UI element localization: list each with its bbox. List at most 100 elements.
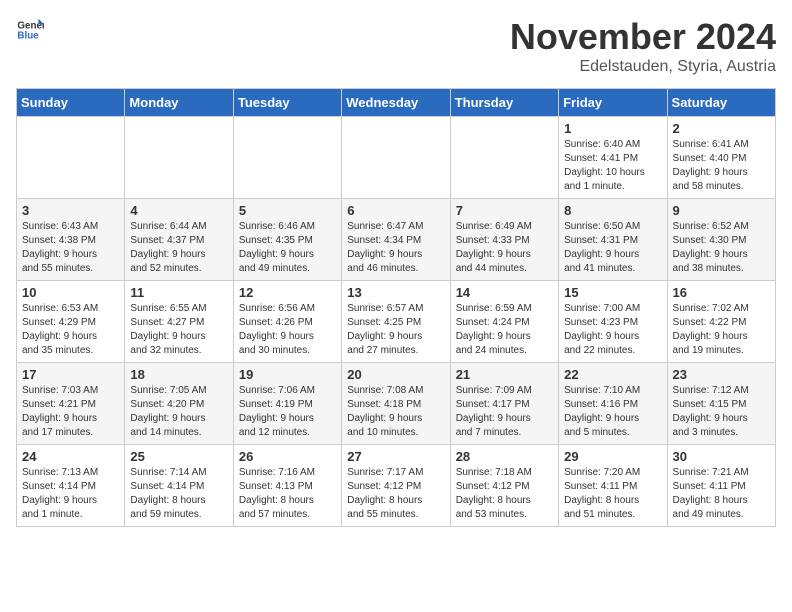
title-area: November 2024 Edelstauden, Styria, Austr… [510, 16, 776, 76]
day-number: 17 [22, 367, 119, 382]
calendar-cell: 7Sunrise: 6:49 AM Sunset: 4:33 PM Daylig… [450, 199, 558, 281]
day-info: Sunrise: 7:08 AM Sunset: 4:18 PM Dayligh… [347, 384, 444, 440]
day-number: 13 [347, 285, 444, 300]
day-info: Sunrise: 7:09 AM Sunset: 4:17 PM Dayligh… [456, 384, 553, 440]
weekday-header: Sunday [17, 89, 125, 117]
day-number: 9 [673, 203, 770, 218]
calendar-cell [233, 117, 341, 199]
day-number: 27 [347, 449, 444, 464]
day-number: 30 [673, 449, 770, 464]
calendar-cell: 10Sunrise: 6:53 AM Sunset: 4:29 PM Dayli… [17, 281, 125, 363]
day-number: 2 [673, 121, 770, 136]
calendar-week-row: 17 Sunrise: 7:03 AM Sunset: 4:21 PM Dayli… [17, 363, 776, 445]
day-number: 12 [239, 285, 336, 300]
day-number: 25 [130, 449, 227, 464]
calendar-cell: 15Sunrise: 7:00 AM Sunset: 4:23 PM Dayli… [559, 281, 667, 363]
day-number: 19 [239, 367, 336, 382]
weekday-header: Friday [559, 89, 667, 117]
day-info: Sunrise: 7:12 AM Sunset: 4:15 PM Dayligh… [673, 384, 770, 440]
day-info: Sunrise: 6:46 AM Sunset: 4:35 PM Dayligh… [239, 220, 336, 276]
calendar-cell: 17 Sunrise: 7:03 AM Sunset: 4:21 PM Dayli… [17, 363, 125, 445]
calendar-cell: 28Sunrise: 7:18 AM Sunset: 4:12 PM Dayli… [450, 445, 558, 527]
logo-icon: General Blue [16, 16, 44, 44]
day-info: Sunrise: 6:40 AM Sunset: 4:41 PM Dayligh… [564, 138, 661, 194]
weekday-header: Thursday [450, 89, 558, 117]
calendar-cell: 14 Sunrise: 6:59 AM Sunset: 4:24 PM Dayli… [450, 281, 558, 363]
svg-text:Blue: Blue [17, 30, 39, 41]
calendar-cell: 12 Sunrise: 6:56 AM Sunset: 4:26 PM Dayli… [233, 281, 341, 363]
day-info: Sunrise: 6:43 AM Sunset: 4:38 PM Dayligh… [22, 220, 119, 276]
weekday-header: Wednesday [342, 89, 450, 117]
calendar-cell: 27 Sunrise: 7:17 AM Sunset: 4:12 PM Dayli… [342, 445, 450, 527]
calendar-cell: 16Sunrise: 7:02 AM Sunset: 4:22 PM Dayli… [667, 281, 775, 363]
calendar-header-row: SundayMondayTuesdayWednesdayThursdayFrid… [17, 89, 776, 117]
calendar-cell: 25 Sunrise: 7:14 AM Sunset: 4:14 PM Dayli… [125, 445, 233, 527]
calendar-cell: 2 Sunrise: 6:41 AM Sunset: 4:40 PM Daylig… [667, 117, 775, 199]
day-info: Sunrise: 7:18 AM Sunset: 4:12 PM Dayligh… [456, 466, 553, 522]
calendar-cell: 19 Sunrise: 7:06 AM Sunset: 4:19 PM Dayli… [233, 363, 341, 445]
day-number: 4 [130, 203, 227, 218]
calendar-cell: 24Sunrise: 7:13 AM Sunset: 4:14 PM Dayli… [17, 445, 125, 527]
day-info: Sunrise: 7:21 AM Sunset: 4:11 PM Dayligh… [673, 466, 770, 522]
weekday-header: Tuesday [233, 89, 341, 117]
calendar-week-row: 24Sunrise: 7:13 AM Sunset: 4:14 PM Dayli… [17, 445, 776, 527]
day-number: 8 [564, 203, 661, 218]
day-number: 6 [347, 203, 444, 218]
day-info: Sunrise: 6:50 AM Sunset: 4:31 PM Dayligh… [564, 220, 661, 276]
calendar-cell: 22Sunrise: 7:10 AM Sunset: 4:16 PM Dayli… [559, 363, 667, 445]
day-info: Sunrise: 7:13 AM Sunset: 4:14 PM Dayligh… [22, 466, 119, 522]
calendar-cell: 6 Sunrise: 6:47 AM Sunset: 4:34 PM Daylig… [342, 199, 450, 281]
calendar-cell: 21 Sunrise: 7:09 AM Sunset: 4:17 PM Dayli… [450, 363, 558, 445]
calendar-cell: 18Sunrise: 7:05 AM Sunset: 4:20 PM Dayli… [125, 363, 233, 445]
day-info: Sunrise: 6:59 AM Sunset: 4:24 PM Dayligh… [456, 302, 553, 358]
calendar-cell: 3 Sunrise: 6:43 AM Sunset: 4:38 PM Daylig… [17, 199, 125, 281]
day-number: 15 [564, 285, 661, 300]
day-number: 10 [22, 285, 119, 300]
header: General Blue November 2024 Edelstauden, … [16, 16, 776, 76]
calendar-table: SundayMondayTuesdayWednesdayThursdayFrid… [16, 88, 776, 527]
logo: General Blue [16, 16, 44, 44]
calendar-cell: 13 Sunrise: 6:57 AM Sunset: 4:25 PM Dayli… [342, 281, 450, 363]
day-number: 26 [239, 449, 336, 464]
day-info: Sunrise: 7:20 AM Sunset: 4:11 PM Dayligh… [564, 466, 661, 522]
calendar-cell: 11Sunrise: 6:55 AM Sunset: 4:27 PM Dayli… [125, 281, 233, 363]
day-info: Sunrise: 7:05 AM Sunset: 4:20 PM Dayligh… [130, 384, 227, 440]
calendar-cell: 23 Sunrise: 7:12 AM Sunset: 4:15 PM Dayli… [667, 363, 775, 445]
day-info: Sunrise: 6:56 AM Sunset: 4:26 PM Dayligh… [239, 302, 336, 358]
calendar-cell: 9 Sunrise: 6:52 AM Sunset: 4:30 PM Daylig… [667, 199, 775, 281]
day-info: Sunrise: 7:14 AM Sunset: 4:14 PM Dayligh… [130, 466, 227, 522]
calendar-cell [125, 117, 233, 199]
day-number: 11 [130, 285, 227, 300]
day-number: 23 [673, 367, 770, 382]
day-number: 20 [347, 367, 444, 382]
calendar-cell: 26 Sunrise: 7:16 AM Sunset: 4:13 PM Dayli… [233, 445, 341, 527]
day-info: Sunrise: 6:44 AM Sunset: 4:37 PM Dayligh… [130, 220, 227, 276]
day-number: 21 [456, 367, 553, 382]
calendar-cell: 20 Sunrise: 7:08 AM Sunset: 4:18 PM Dayli… [342, 363, 450, 445]
calendar-cell: 4 Sunrise: 6:44 AM Sunset: 4:37 PM Daylig… [125, 199, 233, 281]
day-info: Sunrise: 6:57 AM Sunset: 4:25 PM Dayligh… [347, 302, 444, 358]
calendar-body: 1 Sunrise: 6:40 AM Sunset: 4:41 PM Daylig… [17, 117, 776, 527]
day-info: Sunrise: 7:16 AM Sunset: 4:13 PM Dayligh… [239, 466, 336, 522]
day-info: Sunrise: 7:17 AM Sunset: 4:12 PM Dayligh… [347, 466, 444, 522]
day-number: 14 [456, 285, 553, 300]
day-info: Sunrise: 7:10 AM Sunset: 4:16 PM Dayligh… [564, 384, 661, 440]
day-info: Sunrise: 7:06 AM Sunset: 4:19 PM Dayligh… [239, 384, 336, 440]
calendar-week-row: 1 Sunrise: 6:40 AM Sunset: 4:41 PM Daylig… [17, 117, 776, 199]
day-number: 1 [564, 121, 661, 136]
day-info: Sunrise: 7:02 AM Sunset: 4:22 PM Dayligh… [673, 302, 770, 358]
calendar-cell: 8 Sunrise: 6:50 AM Sunset: 4:31 PM Daylig… [559, 199, 667, 281]
calendar-cell [450, 117, 558, 199]
day-info: Sunrise: 6:47 AM Sunset: 4:34 PM Dayligh… [347, 220, 444, 276]
weekday-header: Saturday [667, 89, 775, 117]
day-number: 3 [22, 203, 119, 218]
calendar-cell: 5Sunrise: 6:46 AM Sunset: 4:35 PM Daylig… [233, 199, 341, 281]
calendar-cell: 29Sunrise: 7:20 AM Sunset: 4:11 PM Dayli… [559, 445, 667, 527]
day-info: Sunrise: 7:03 AM Sunset: 4:21 PM Dayligh… [22, 384, 119, 440]
day-info: Sunrise: 6:41 AM Sunset: 4:40 PM Dayligh… [673, 138, 770, 194]
day-number: 7 [456, 203, 553, 218]
calendar-cell [342, 117, 450, 199]
weekday-header: Monday [125, 89, 233, 117]
day-info: Sunrise: 6:52 AM Sunset: 4:30 PM Dayligh… [673, 220, 770, 276]
location-title: Edelstauden, Styria, Austria [510, 58, 776, 76]
